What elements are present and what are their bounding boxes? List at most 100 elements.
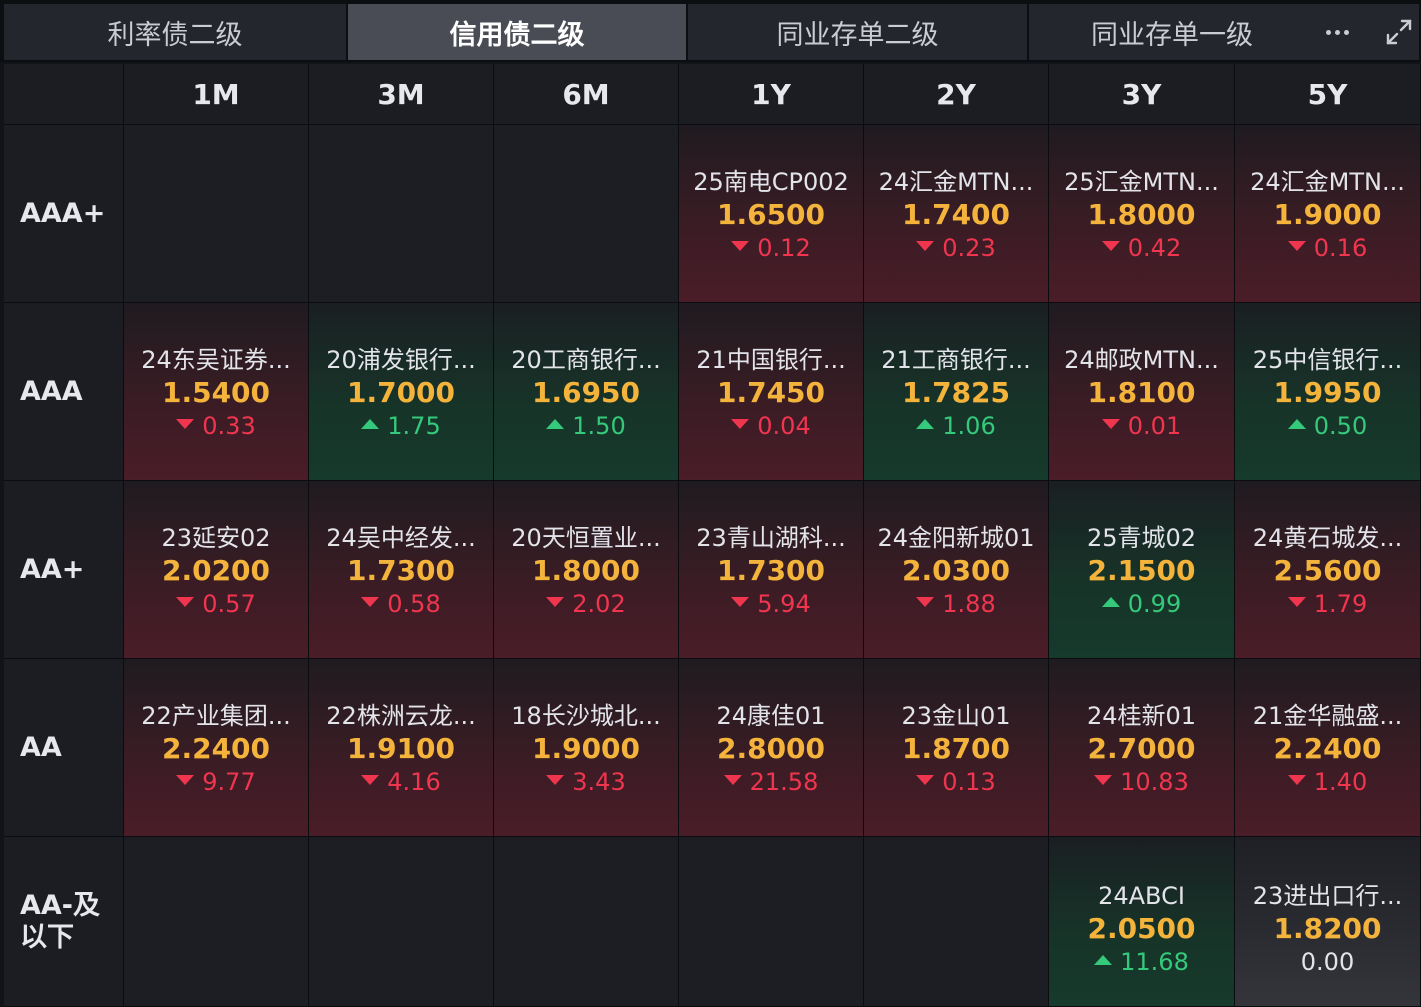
tab-ncd-secondary[interactable]: 同业存单二级 [688,4,1029,60]
quote-content: 24邮政MTN... 1.8100 0.01 [1049,343,1234,442]
quote-cell[interactable]: 20天恒置业... 1.8000 2.02 [494,481,679,659]
tenor-header: 1M [124,64,309,125]
quote-cell[interactable]: 24金阳新城01 2.0300 1.88 [864,481,1049,659]
quote-content: 24汇金MTN... 1.9000 0.16 [1235,165,1420,264]
quote-cell[interactable]: 18长沙城北... 1.9000 3.43 [494,659,679,837]
tab-rate-bond-secondary[interactable]: 利率债二级 [4,4,348,60]
rating-label: AA [4,659,124,837]
yield-change: 3.43 [494,766,678,798]
more-icon[interactable] [1319,18,1355,46]
bond-name: 22株洲云龙... [326,702,476,730]
quote-content: 20天恒置业... 1.8000 2.02 [494,521,678,620]
quote-cell[interactable]: 25青城02 2.1500 0.99 [1049,481,1235,659]
arrow-down-icon [731,419,750,429]
quote-cell[interactable]: 23金山01 1.8700 0.13 [864,659,1049,837]
quote-cell[interactable]: 22株洲云龙... 1.9100 4.16 [309,659,494,837]
bond-name: 24邮政MTN... [1064,346,1219,374]
quote-content: 24康佳01 2.8000 21.58 [679,699,863,798]
quote-content: 24黄石城发... 2.5600 1.79 [1235,521,1420,620]
bond-name: 23青山湖科... [696,524,846,552]
arrow-down-icon [1101,241,1120,251]
yield-change: 0.13 [864,766,1048,798]
bond-yield: 1.8700 [901,732,1011,765]
quote-content: 22株洲云龙... 1.9100 4.16 [309,699,493,798]
expand-icon[interactable] [1381,14,1417,50]
quote-cell[interactable]: 24汇金MTN... 1.9000 0.16 [1235,125,1421,303]
quote-content: 24桂新01 2.7000 10.83 [1049,699,1234,798]
yield-change: 0.01 [1049,410,1234,442]
bond-name: 23进出口行... [1252,882,1403,910]
bond-name: 25中信银行... [1252,346,1403,374]
bond-name: 24东吴证券... [141,346,291,374]
bond-yield: 1.7300 [716,554,826,587]
yield-change: 1.40 [1235,766,1420,798]
yield-change-value: 0.50 [1313,412,1368,440]
quote-cell[interactable]: 20浦发银行... 1.7000 1.75 [309,303,494,481]
bond-yield: 2.2400 [161,732,271,765]
tab-ncd-primary[interactable]: 同业存单一级 [1029,4,1421,60]
yield-change-value: 1.40 [1313,768,1368,796]
rating-text: AAA [20,375,83,407]
arrow-down-icon [176,775,195,785]
quote-cell[interactable]: 21中国银行... 1.7450 0.04 [679,303,864,481]
quote-cell[interactable]: 25南电CP002 1.6500 0.12 [679,125,864,303]
quote-cell[interactable]: 25中信银行... 1.9950 0.50 [1235,303,1421,481]
yield-change-value: 0.12 [757,234,811,262]
quote-content: 18长沙城北... 1.9000 3.43 [494,699,678,798]
quote-content: 25汇金MTN... 1.8000 0.42 [1049,165,1234,264]
yield-change-value: 0.01 [1127,412,1182,440]
quote-cell[interactable]: 21金华融盛... 2.2400 1.40 [1235,659,1421,837]
bond-name: 23延安02 [161,524,271,552]
bond-yield: 1.8000 [531,554,641,587]
tenor-header: 3Y [1049,64,1235,125]
tab-credit-bond-secondary[interactable]: 信用债二级 [348,4,688,60]
quote-cell[interactable]: 24吴中经发... 1.7300 0.58 [309,481,494,659]
quote-cell[interactable]: 25汇金MTN... 1.8000 0.42 [1049,125,1235,303]
quote-cell[interactable]: 20工商银行... 1.6950 1.50 [494,303,679,481]
tenor-header: 3M [309,64,494,125]
rating-text: AA [20,731,62,763]
bond-yield: 1.6950 [531,376,641,409]
bond-yield: 1.9950 [1273,376,1382,409]
tenor-header: 6M [494,64,679,125]
quote-cell[interactable]: 23进出口行... 1.8200 0.00 [1235,837,1421,1007]
arrow-down-icon [916,597,935,607]
quote-cell[interactable]: 24康佳01 2.8000 21.58 [679,659,864,837]
bond-name: 21工商银行... [881,346,1031,374]
rating-row: AAA+ 25南电CP002 1.6500 0.12 24汇金MTN... 1.7400 0… [4,125,1421,303]
quote-cell[interactable]: 23延安02 2.0200 0.57 [124,481,309,659]
bond-name: 25南电CP002 [693,168,849,196]
rating-text: AA+ [20,553,85,585]
yield-change: 5.94 [679,588,863,620]
quote-content: 23进出口行... 1.8200 0.00 [1235,879,1420,978]
quote-cell[interactable]: 24东吴证券... 1.5400 0.33 [124,303,309,481]
bond-yield: 2.8000 [716,732,826,765]
yield-change: 0.23 [864,232,1048,264]
quote-cell[interactable]: 24ABCI 2.0500 11.68 [1049,837,1235,1007]
bond-name: 25青城02 [1086,524,1197,552]
quote-cell[interactable]: 24邮政MTN... 1.8100 0.01 [1049,303,1235,481]
yield-change-value: 0.04 [757,412,811,440]
yield-change-value: 9.77 [202,768,256,796]
arrow-down-icon [1287,241,1306,251]
quote-cell[interactable]: 24汇金MTN... 1.7400 0.23 [864,125,1049,303]
yield-change: 0.58 [309,588,493,620]
quote-content: 24吴中经发... 1.7300 0.58 [309,521,493,620]
quote-cell[interactable]: 21工商银行... 1.7825 1.06 [864,303,1049,481]
empty-quote-cell [679,837,864,1007]
bond-yield: 1.8100 [1087,376,1196,409]
quote-cell[interactable]: 24桂新01 2.7000 10.83 [1049,659,1235,837]
bond-name: 21中国银行... [696,346,846,374]
rating-label: AA-及以下 [4,837,124,1007]
quote-cell[interactable]: 22产业集团... 2.2400 9.77 [124,659,309,837]
quote-cell[interactable]: 24黄石城发... 2.5600 1.79 [1235,481,1421,659]
yield-change: 0.57 [124,588,308,620]
quote-content: 24汇金MTN... 1.7400 0.23 [864,165,1048,264]
bond-name: 18长沙城北... [511,702,661,730]
bond-yield: 1.7450 [716,376,826,409]
arrow-up-icon [546,419,565,429]
quote-cell[interactable]: 23青山湖科... 1.7300 5.94 [679,481,864,659]
tenor-header: 2Y [864,64,1049,125]
yield-change: 0.00 [1235,946,1420,978]
bond-name: 24汇金MTN... [1250,168,1405,196]
